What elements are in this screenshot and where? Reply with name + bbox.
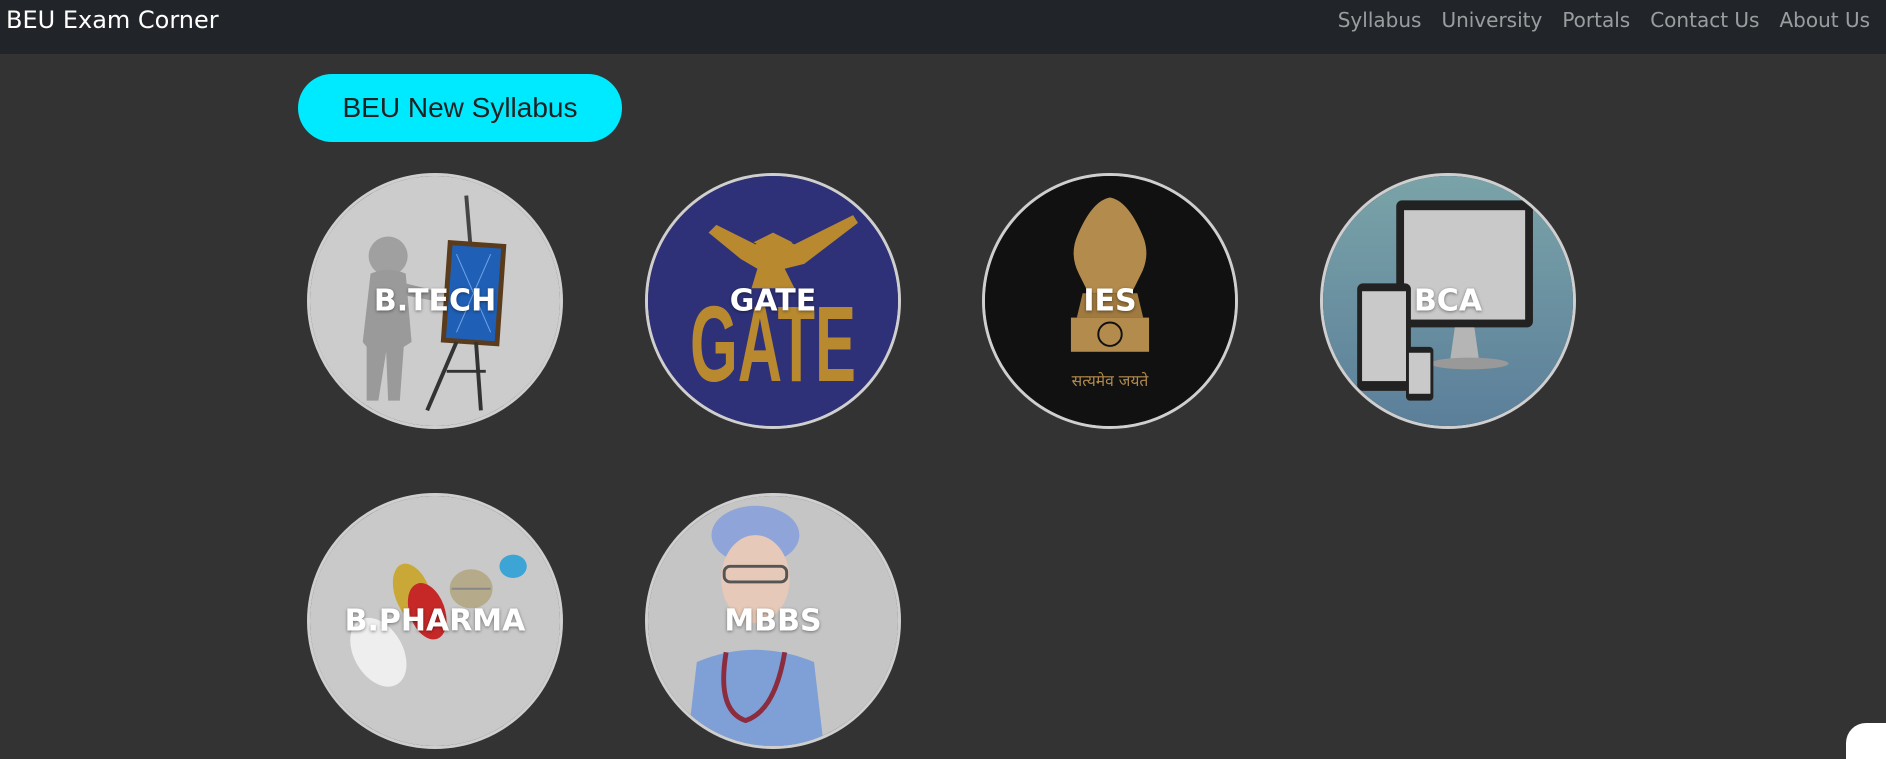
brand-link[interactable]: BEU Exam Corner (6, 6, 219, 34)
card-bpharma[interactable]: B.PHARMA (307, 493, 563, 749)
card-label: B.TECH (373, 283, 497, 319)
card-label: GATE (729, 283, 817, 319)
nav-links: Syllabus University Portals Contact Us A… (1338, 8, 1870, 32)
nav-link-university[interactable]: University (1441, 8, 1542, 32)
card-label: IES (1083, 283, 1137, 319)
nav-link-contact-us[interactable]: Contact Us (1650, 8, 1759, 32)
card-ies[interactable]: सत्यमेव जयते IES (982, 173, 1238, 429)
navbar: BEU Exam Corner Syllabus University Port… (0, 0, 1886, 54)
nav-link-portals[interactable]: Portals (1562, 8, 1630, 32)
card-label: MBBS (724, 603, 822, 639)
card-label: B.PHARMA (344, 603, 526, 639)
nav-link-about-us[interactable]: About Us (1779, 8, 1870, 32)
assistant-widget-icon[interactable] (1846, 723, 1886, 759)
nav-link-syllabus[interactable]: Syllabus (1338, 8, 1422, 32)
beu-new-syllabus-button[interactable]: BEU New Syllabus (298, 74, 622, 142)
card-mbbs[interactable]: MBBS (645, 493, 901, 749)
emblem-text: सत्यमेव जयते (1072, 372, 1150, 390)
card-label: BCA (1413, 283, 1483, 319)
card-gate[interactable]: GATE GATE (645, 173, 901, 429)
card-btech[interactable]: B.TECH (307, 173, 563, 429)
card-bca[interactable]: BCA (1320, 173, 1576, 429)
